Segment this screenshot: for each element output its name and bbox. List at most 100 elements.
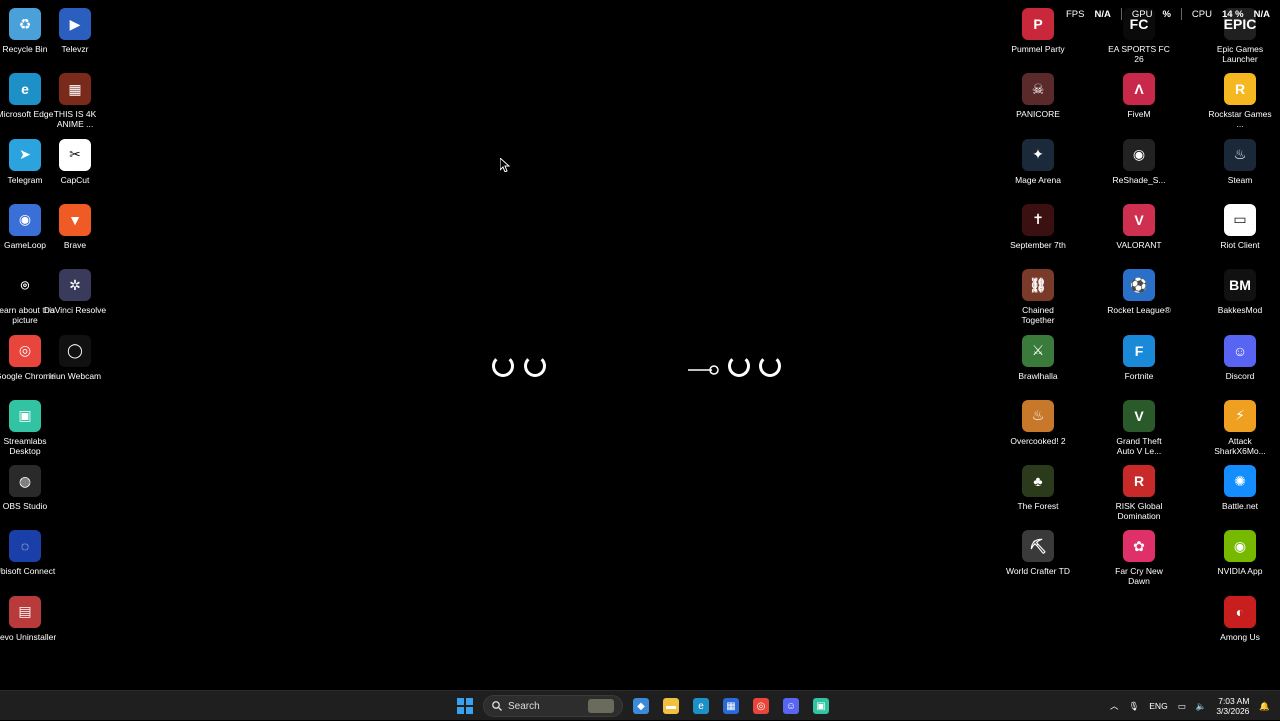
desktop-icon-rocket-league[interactable]: ⚽ Rocket League® [1107,269,1171,315]
far-cry-new-dawn-icon: ✿ [1123,530,1155,563]
loading-spinner-icon [492,355,514,377]
desktop-icon-the-forest[interactable]: ♣ The Forest [1006,465,1070,511]
desktop-icon-far-cry-new-dawn[interactable]: ✿ Far Cry New Dawn [1107,530,1171,586]
volume-icon[interactable]: 🔈 [1196,701,1207,712]
desktop-icon-bakkesmod[interactable]: BM BakkesMod [1208,269,1272,315]
desktop-icon-label: The Forest [1017,501,1059,512]
desktop-icon-panicore[interactable]: ☠ PANICORE [1006,73,1070,119]
edge-icon: e [693,698,709,714]
extra-value: N/A [1253,8,1270,20]
notification-bell-icon[interactable]: 🔔 [1259,701,1270,712]
desktop-icon-discord[interactable]: ☺ Discord [1208,334,1272,381]
streamlabs-desktop-icon: ▣ [9,399,41,432]
desktop-icon-iriun-webcam[interactable]: ◯ Iriun Webcam [43,334,107,381]
discord-icon: ☺ [1224,334,1256,367]
microsoft-edge-icon: e [9,73,41,106]
valorant-icon: V [1123,203,1155,236]
desktop-icon-label: Steam [1227,174,1253,185]
desktop-icon-label: Ubisoft Connect [0,566,56,577]
discord-icon: ☺ [783,698,799,714]
desktop-icon-label: FiveM [1127,109,1151,120]
start-button[interactable] [453,694,477,718]
desktop-icon-rockstar-games[interactable]: R Rockstar Games ... [1208,73,1272,129]
chevron-up-icon[interactable]: ︿ [1110,700,1119,712]
language-indicator[interactable]: ENG [1149,701,1167,711]
desktop-icon-chained-together[interactable]: ⛓ Chained Together [1006,269,1070,325]
taskbar-app-streamlabs[interactable]: ▣ [809,694,833,718]
brave-icon: ▼ [59,203,91,236]
taskbar-app-discord[interactable]: ☺ [779,694,803,718]
desktop-icon-davinci-resolve[interactable]: ✲ DaVinci Resolve [43,269,107,315]
desktop-icon-label: Battle.net [1222,501,1258,512]
desktop-icon-televzr[interactable]: ▶ Televzr [43,8,107,54]
desktop-icon-label: GameLoop [3,239,47,250]
search-placeholder: Search [508,700,540,712]
bakkesmod-icon: BM [1224,269,1256,302]
microphone-icon[interactable]: 🎙 [1128,701,1139,712]
desktop: ♻ Recycle Bin e Microsoft Edge ➤ Telegram ◉ Gam… [0,0,1280,690]
desktop-icon-brave[interactable]: ▼ Brave [43,203,107,250]
search-icon [492,701,502,711]
desktop-icon-label: Rockstar Games ... [1208,109,1272,130]
desktop-icon-overcooked-2[interactable]: ♨ Overcooked! 2 [1006,399,1070,446]
brawlhalla-icon: ⚔ [1022,334,1054,367]
desktop-icon-revo-uninstaller[interactable]: ▤ Revo Uninstaller [0,595,57,642]
desktop-icon-steam[interactable]: ♨ Steam [1208,138,1272,185]
desktop-icon-nvidia-app[interactable]: ◉ NVIDIA App [1208,530,1272,576]
desktop-icon-obs-studio[interactable]: ◍ OBS Studio [0,465,57,511]
taskbar-app-microsoft-store[interactable]: ▦ [719,694,743,718]
taskbar-center: Search ◆ ▬ e ▦ ◎ ☺ ▣ [453,694,833,718]
desktop-icon-risk-global-domination[interactable]: R RISK Global Domination [1107,465,1171,521]
desktop-icon-mage-arena[interactable]: ✦ Mage Arena [1006,138,1070,185]
gameloop-icon: ◉ [9,203,41,236]
desktop-icon-attack-shark[interactable]: ⚡ Attack SharkX6Mo... [1208,399,1272,456]
desktop-icon-label: Epic Games Launcher [1216,44,1264,64]
desktop-icon-label: EA SPORTS FC 26 [1108,44,1170,64]
desktop-icon-this-is-4k-anime[interactable]: ▦ THIS IS 4K ANIME ... [43,73,107,129]
desktop-icon-brawlhalla[interactable]: ⚔ Brawlhalla [1006,334,1070,381]
davinci-resolve-icon: ✲ [59,269,91,302]
desktop-icon-streamlabs-desktop[interactable]: ▣ Streamlabs Desktop [0,399,57,456]
desktop-icon-capcut[interactable]: ✂ CapCut [43,138,107,185]
copilot-icon: ◆ [633,698,649,714]
clock-time: 7:03 AM [1218,696,1250,706]
desktop-icon-label: DaVinci Resolve [43,305,107,316]
desktop-icon-label: World Crafter TD [1006,566,1070,577]
desktop-icon-fortnite[interactable]: F Fortnite [1107,334,1171,381]
desktop-icon-label: Iriun Webcam [48,370,102,381]
desktop-icon-among-us[interactable]: ◐ Among Us [1208,595,1272,642]
loading-spinner-icon [759,355,781,377]
microsoft-store-icon: ▦ [723,698,739,714]
riot-client-icon: ▭ [1224,203,1256,236]
desktop-icon-fivem[interactable]: Λ FiveM [1107,73,1171,119]
obs-studio-icon: ◍ [9,465,41,498]
overcooked-2-icon: ♨ [1022,399,1054,432]
among-us-icon: ◐ [1224,595,1256,628]
taskbar-app-copilot[interactable]: ◆ [629,694,653,718]
desktop-icon-battle-net[interactable]: ✺ Battle.net [1208,465,1272,511]
desktop-icon-reshade[interactable]: ◉ ReShade_S... [1107,138,1171,185]
mouse-cursor-icon [500,158,510,172]
search-highlight-image [588,699,614,713]
desktop-icon-riot-client[interactable]: ▭ Riot Client [1208,203,1272,250]
pummel-party-icon: P [1022,8,1054,40]
fps-label: FPS [1066,8,1085,20]
taskbar-app-file-explorer[interactable]: ▬ [659,694,683,718]
desktop-icon-world-crafter-td[interactable]: ⛏ World Crafter TD [1006,530,1070,576]
desktop-icon-label: Brave [63,239,87,250]
taskbar-search[interactable]: Search [483,695,623,717]
desktop-icon-ubisoft-connect[interactable]: ◌ Ubisoft Connect [0,530,57,576]
desktop-icon-september-7th[interactable]: ✝ September 7th [1006,203,1070,250]
desktop-icon-label: Fortnite [1124,370,1154,381]
desktop-icon-label: September 7th [1010,239,1066,250]
desktop-icon-valorant[interactable]: V VALORANT [1107,203,1171,250]
network-icon[interactable]: ▭ [1178,701,1186,712]
desktop-icon-label: Recycle Bin [2,44,48,54]
desktop-icon-gta-v[interactable]: V Grand Theft Auto V Le... [1107,399,1171,456]
taskbar-app-edge[interactable]: e [689,694,713,718]
desktop-icon-label: Far Cry New Dawn [1115,566,1163,587]
clock[interactable]: 7:03 AM 3/3/2026 [1216,696,1249,716]
ubisoft-connect-icon: ◌ [9,530,41,563]
taskbar-app-chrome[interactable]: ◎ [749,694,773,718]
desktop-icon-pummel-party[interactable]: P Pummel Party [1006,8,1070,54]
